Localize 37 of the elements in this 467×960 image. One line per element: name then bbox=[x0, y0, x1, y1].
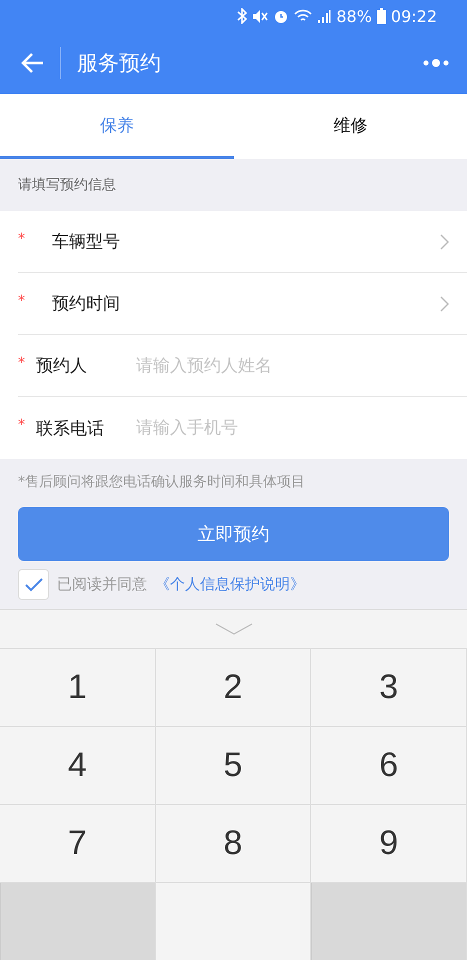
blank-key[interactable] bbox=[311, 883, 467, 960]
bluetooth-icon bbox=[237, 8, 248, 24]
battery-level: 88% bbox=[336, 6, 372, 26]
blank-key[interactable] bbox=[0, 883, 156, 960]
number-key[interactable]: 4 bbox=[0, 727, 156, 805]
clock: 09:22 bbox=[390, 6, 437, 26]
number-key[interactable]: 3 bbox=[311, 649, 467, 727]
mute-icon bbox=[252, 8, 268, 24]
number-key[interactable]: 8 bbox=[156, 805, 312, 883]
field-label: 预约人 bbox=[36, 355, 88, 377]
signal-icon bbox=[317, 8, 332, 24]
number-key[interactable]: 1 bbox=[0, 649, 156, 727]
agree-checkbox[interactable] bbox=[18, 569, 49, 600]
battery-icon bbox=[376, 8, 386, 24]
check-icon bbox=[24, 578, 42, 592]
wifi-icon bbox=[294, 8, 312, 24]
agreement-text: 已阅读并同意 bbox=[57, 575, 147, 594]
page-title: 服务预约 bbox=[77, 50, 162, 77]
hide-keyboard-button[interactable] bbox=[214, 623, 252, 635]
number-key[interactable]: 7 bbox=[0, 805, 156, 883]
chevron-right-icon bbox=[440, 296, 449, 312]
number-key[interactable]: 6 bbox=[311, 727, 467, 805]
select-row[interactable]: 车辆型号 bbox=[36, 211, 449, 272]
select-row[interactable]: 预约时间 bbox=[36, 273, 449, 334]
more-button[interactable] bbox=[423, 58, 449, 68]
required-mark: * bbox=[18, 417, 26, 433]
number-key[interactable]: 2 bbox=[156, 649, 312, 727]
number-key[interactable]: 9 bbox=[311, 805, 467, 883]
chevron-right-icon bbox=[440, 234, 449, 250]
required-mark: * bbox=[18, 293, 26, 309]
note-text: *售后顾问将跟您电话确认服务时间和具体项目 bbox=[17, 473, 306, 491]
required-mark: * bbox=[18, 355, 26, 371]
number-key[interactable]: 5 bbox=[156, 727, 312, 805]
required-mark: * bbox=[18, 231, 26, 247]
field-label: 联系电话 bbox=[36, 418, 105, 440]
alarm-icon bbox=[273, 8, 290, 24]
section-label: 请填写预约信息 bbox=[17, 176, 117, 195]
